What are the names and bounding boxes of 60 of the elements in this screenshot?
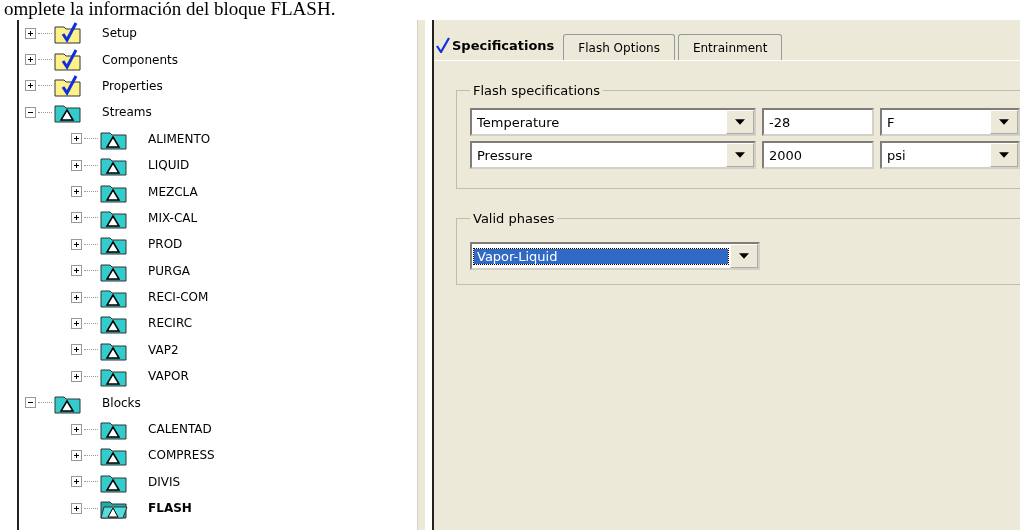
collapse-icon[interactable] bbox=[25, 397, 37, 409]
dropdown-arrow-icon bbox=[739, 253, 749, 259]
tree-item[interactable]: ALIMENTO bbox=[148, 131, 211, 146]
value-field[interactable]: 2000 bbox=[762, 141, 874, 169]
scrollbar-strip[interactable] bbox=[416, 20, 425, 530]
folder-check-icon bbox=[54, 22, 83, 45]
tree-item[interactable]: PROD bbox=[148, 237, 183, 252]
tree-item[interactable]: LIQUID bbox=[148, 158, 190, 173]
tree-item[interactable]: MIX-CAL bbox=[148, 210, 198, 225]
expand-icon[interactable] bbox=[25, 54, 37, 66]
document-text: omplete la información del bloque FLASH. bbox=[3, 0, 337, 20]
tree-item[interactable]: RECIRC bbox=[148, 316, 193, 331]
tree-item[interactable]: PURGA bbox=[148, 263, 190, 278]
tab[interactable]: Entrainment bbox=[677, 34, 783, 60]
expand-icon[interactable] bbox=[71, 265, 83, 277]
tree-item[interactable]: CALENTAD bbox=[148, 422, 212, 437]
dropdown-arrow-icon bbox=[735, 119, 745, 125]
variable-dropdown[interactable]: Temperature bbox=[470, 108, 756, 136]
expand-icon[interactable] bbox=[25, 27, 37, 39]
expand-icon[interactable] bbox=[71, 186, 83, 198]
tree-item[interactable]: COMPRESS bbox=[148, 448, 215, 463]
tree-item[interactable]: VAP2 bbox=[148, 342, 179, 357]
folder-check-icon bbox=[54, 48, 83, 71]
expand-icon[interactable] bbox=[71, 212, 83, 224]
expand-icon[interactable] bbox=[71, 370, 83, 382]
tree-item[interactable]: Components bbox=[102, 52, 178, 67]
group-title: Valid phases bbox=[472, 211, 556, 226]
expand-icon[interactable] bbox=[71, 291, 83, 303]
variable-dropdown[interactable]: Pressure bbox=[470, 141, 756, 169]
unit-dropdown[interactable]: psi bbox=[880, 141, 1020, 169]
expand-icon[interactable] bbox=[71, 476, 83, 488]
tab[interactable]: Flash Options bbox=[563, 34, 675, 60]
tree-item[interactable]: DIVIS bbox=[148, 474, 181, 489]
tree-item[interactable]: Properties bbox=[102, 78, 163, 93]
dropdown-arrow-icon bbox=[735, 152, 745, 158]
tree-item[interactable]: Blocks bbox=[102, 395, 141, 410]
expand-icon[interactable] bbox=[71, 238, 83, 250]
expand-icon[interactable] bbox=[71, 449, 83, 461]
expand-icon[interactable] bbox=[71, 502, 83, 514]
unit-dropdown[interactable]: F bbox=[880, 108, 1020, 136]
dropdown-arrow-icon bbox=[999, 119, 1009, 125]
tree-item[interactable]: VAPOR bbox=[148, 369, 189, 384]
phases-dropdown[interactable]: Vapor-Liquid bbox=[470, 242, 760, 270]
folder-check-icon bbox=[54, 74, 83, 97]
expand-icon[interactable] bbox=[25, 80, 37, 92]
expand-icon[interactable] bbox=[71, 318, 83, 329]
expand-icon[interactable] bbox=[71, 423, 83, 435]
expand-icon[interactable] bbox=[71, 133, 83, 145]
tree-item[interactable]: MEZCLA bbox=[148, 184, 198, 199]
expand-icon[interactable] bbox=[71, 159, 83, 171]
expand-icon[interactable] bbox=[71, 344, 83, 356]
check-icon bbox=[436, 37, 450, 53]
value-field[interactable]: -28 bbox=[762, 108, 874, 136]
group-title: Flash specifications bbox=[472, 83, 601, 98]
tree-item[interactable]: FLASH bbox=[148, 501, 192, 516]
collapse-icon[interactable] bbox=[25, 106, 37, 118]
tree-item[interactable]: RECI-COM bbox=[148, 290, 209, 305]
tree-item[interactable]: Streams bbox=[102, 105, 152, 120]
dropdown-arrow-icon bbox=[999, 152, 1009, 158]
tree-item[interactable]: Setup bbox=[102, 26, 137, 41]
